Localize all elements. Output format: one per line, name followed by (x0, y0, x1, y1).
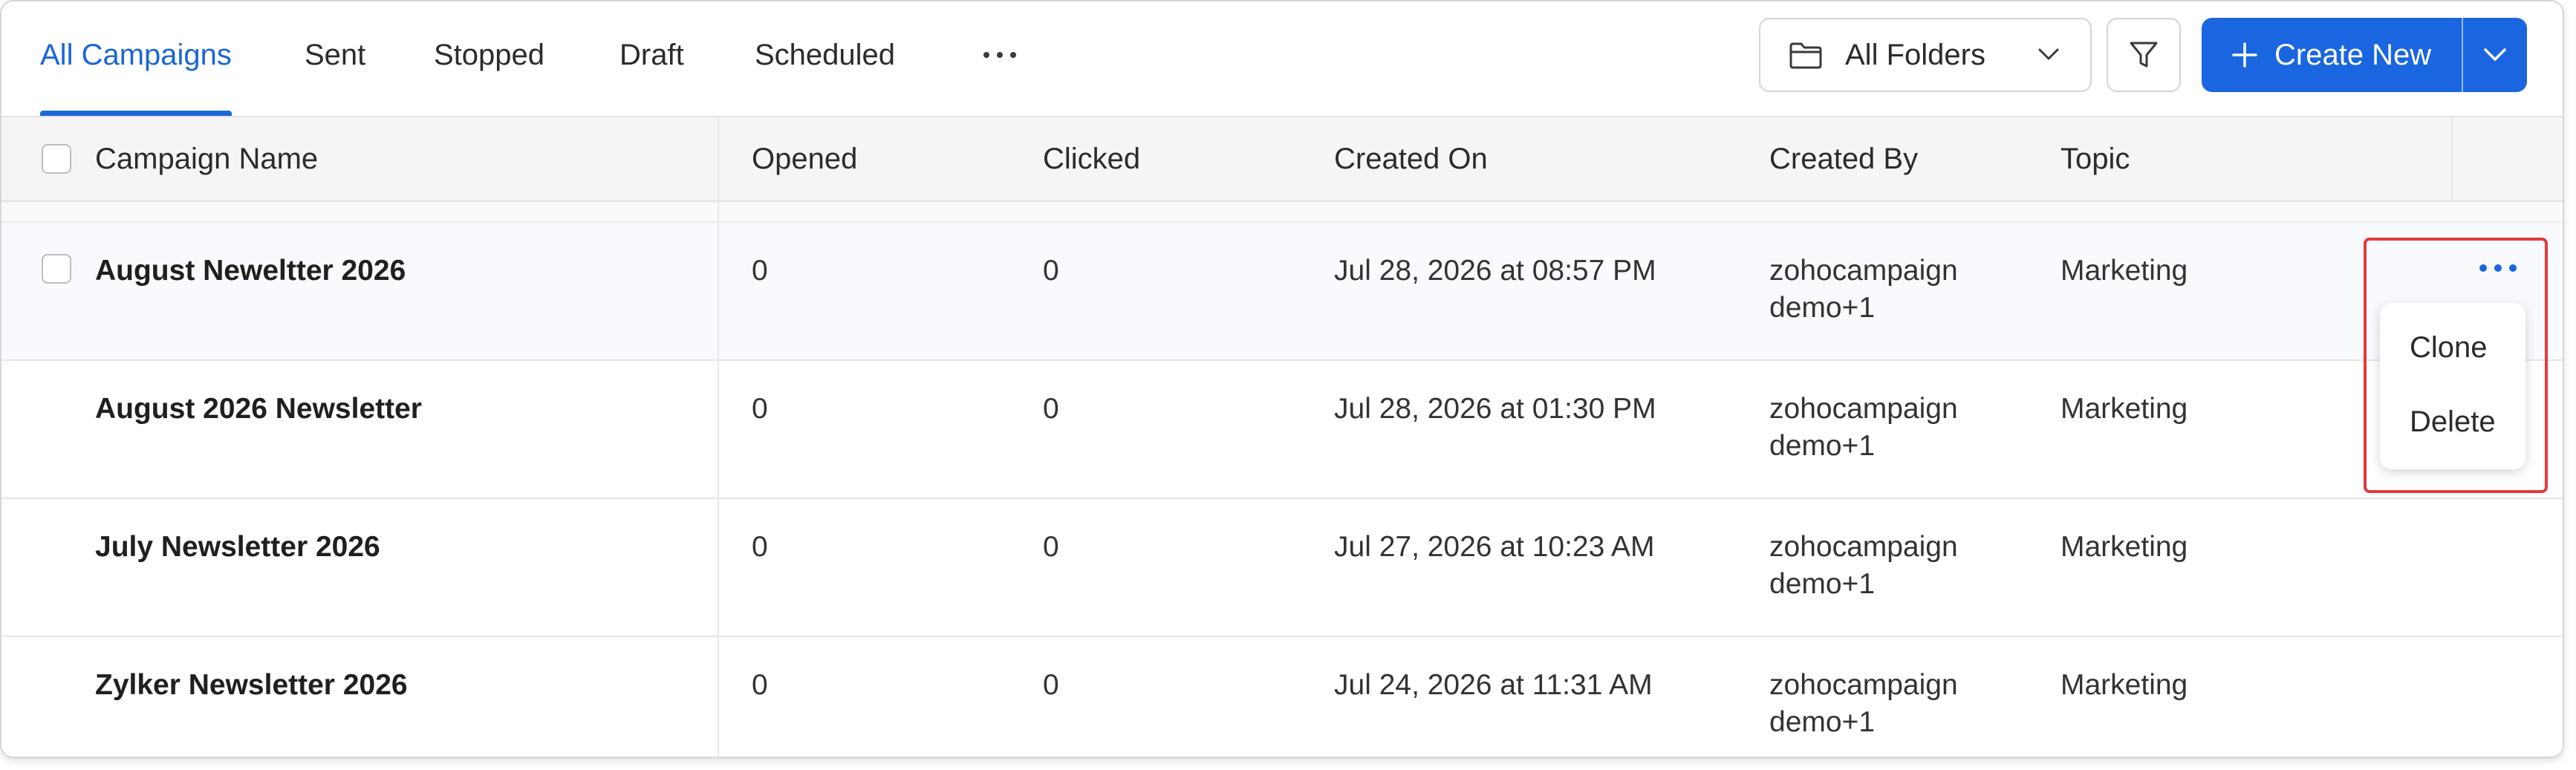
column-opened[interactable]: Opened (752, 117, 857, 200)
campaigns-panel: All Campaigns Sent Stopped Draft Schedul… (0, 0, 2564, 758)
more-tabs-icon[interactable] (979, 43, 1021, 65)
created-by: zohocampaign demo+1 (1769, 667, 1958, 741)
table-row[interactable]: July Newsletter 2026 0 0 Jul 27, 2026 at… (1, 499, 2563, 637)
topic: Marketing (2061, 255, 2188, 287)
tab-all-campaigns[interactable]: All Campaigns (40, 1, 232, 116)
created-by-line-1: zohocampaign (1769, 669, 1958, 701)
topic: Marketing (2061, 669, 2188, 701)
created-by-line-2: demo+1 (1769, 292, 1876, 324)
column-created-by[interactable]: Created By (1769, 117, 1918, 200)
created-by: zohocampaign demo+1 (1769, 529, 1958, 603)
chevron-down-icon (2038, 48, 2059, 60)
column-divider (2451, 117, 2453, 200)
tab-scheduled[interactable]: Scheduled (755, 1, 895, 116)
menu-item-delete[interactable]: Delete (2410, 405, 2496, 439)
menu-item-clone[interactable]: Clone (2410, 331, 2488, 365)
created-by: zohocampaign demo+1 (1769, 252, 1958, 327)
tab-draft[interactable]: Draft (619, 1, 684, 116)
folder-select-label: All Folders (1845, 39, 1985, 71)
create-new-label: Create New (2274, 39, 2432, 71)
campaign-name[interactable]: Zylker Newsletter 2026 (95, 667, 408, 704)
topic: Marketing (2061, 531, 2188, 563)
opened-count: 0 (752, 531, 768, 563)
filter-icon (2130, 42, 2158, 68)
tab-stopped[interactable]: Stopped (434, 1, 544, 116)
table-row[interactable]: August 2026 Newsletter 0 0 Jul 28, 2026 … (1, 361, 2563, 499)
opened-count: 0 (752, 393, 768, 425)
created-on: Jul 24, 2026 at 11:31 AM (1334, 669, 1653, 701)
chevron-down-icon (2484, 48, 2506, 61)
created-by-line-2: demo+1 (1769, 706, 1876, 738)
created-on: Jul 28, 2026 at 08:57 PM (1334, 255, 1656, 287)
campaign-name[interactable]: August 2026 Newsletter (95, 391, 422, 428)
topic: Marketing (2061, 393, 2188, 425)
column-campaign-name[interactable]: Campaign Name (95, 117, 318, 200)
tab-sent[interactable]: Sent (305, 1, 365, 116)
create-new-button[interactable]: Create New (2202, 18, 2462, 92)
created-by-line-1: zohocampaign (1769, 531, 1958, 563)
folder-icon (1789, 42, 1822, 69)
select-all-checkbox[interactable] (42, 144, 71, 174)
campaign-name[interactable]: August Neweltter 2026 (95, 252, 406, 290)
created-by-line-1: zohocampaign (1769, 255, 1958, 287)
created-by: zohocampaign demo+1 (1769, 391, 1958, 465)
table-row[interactable]: August Neweltter 2026 0 0 Jul 28, 2026 a… (1, 223, 2563, 361)
row-checkbox[interactable] (42, 254, 71, 284)
column-created-on[interactable]: Created On (1334, 117, 1488, 200)
name-column-divider (718, 117, 719, 757)
table-header: Campaign Name Opened Clicked Created On … (1, 117, 2563, 202)
create-new-split-button: Create New (2202, 18, 2527, 92)
created-by-line-2: demo+1 (1769, 430, 1876, 462)
campaign-toolbar: All Campaigns Sent Stopped Draft Schedul… (1, 1, 2563, 117)
plus-icon (2232, 42, 2257, 68)
row-more-icon[interactable] (2476, 255, 2521, 278)
clicked-count: 0 (1043, 531, 1059, 563)
created-by-line-1: zohocampaign (1769, 393, 1958, 425)
column-clicked[interactable]: Clicked (1043, 117, 1140, 200)
clicked-count: 0 (1043, 393, 1059, 425)
row-action-menu: Clone Delete (2380, 303, 2525, 469)
table-spacer (1, 202, 2563, 223)
created-by-line-2: demo+1 (1769, 568, 1876, 600)
folder-select[interactable]: All Folders (1759, 18, 2092, 92)
created-on: Jul 27, 2026 at 10:23 AM (1334, 531, 1655, 563)
column-topic[interactable]: Topic (2061, 117, 2130, 200)
table-row[interactable]: Zylker Newsletter 2026 0 0 Jul 24, 2026 … (1, 637, 2563, 757)
opened-count: 0 (752, 669, 768, 701)
campaign-name[interactable]: July Newsletter 2026 (95, 529, 380, 566)
create-options-button[interactable] (2463, 18, 2527, 92)
filter-button[interactable] (2107, 18, 2181, 92)
clicked-count: 0 (1043, 669, 1059, 701)
opened-count: 0 (752, 255, 768, 287)
created-on: Jul 28, 2026 at 01:30 PM (1334, 393, 1656, 425)
clicked-count: 0 (1043, 255, 1059, 287)
